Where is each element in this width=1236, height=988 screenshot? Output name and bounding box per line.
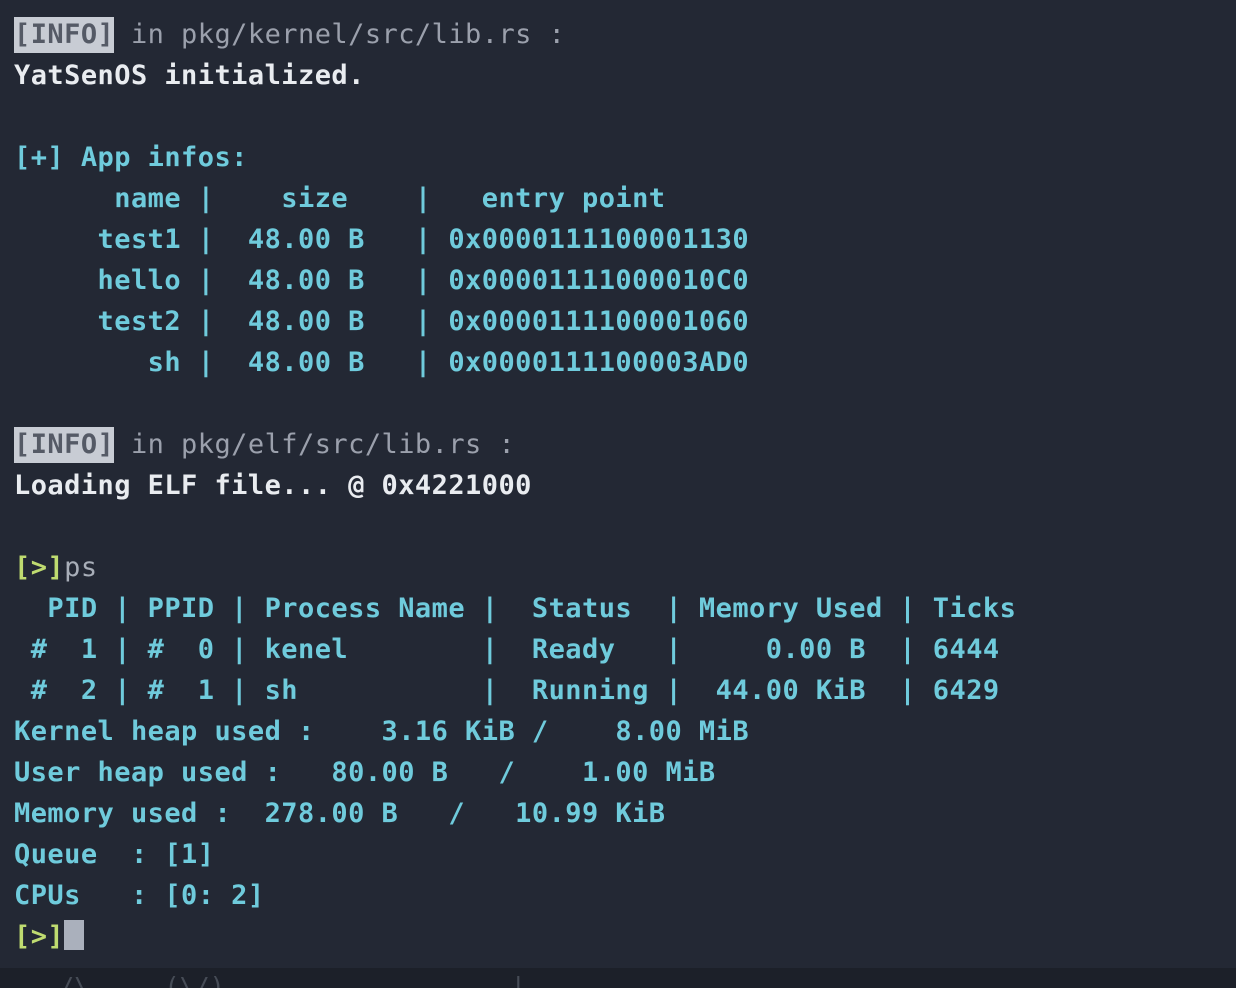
log-location-path: in pkg/elf/src/lib.rs : — [114, 429, 516, 460]
app-infos-row: test1 | 48.00 B | 0x0000111100001130 — [0, 219, 1236, 260]
app-infos-row-text: sh | 48.00 B | 0x0000111100003AD0 — [14, 347, 750, 378]
stat-line-memory: Memory used : 278.00 B / 10.99 KiB — [0, 793, 1236, 834]
ps-row-text: # 2 | # 1 | sh | Running | 44.00 KiB | 6… — [14, 675, 1000, 706]
console-output: [INFO] in pkg/kernel/src/lib.rs : YatSen… — [0, 0, 1236, 957]
input-prompt-line[interactable]: [>] — [0, 916, 1236, 957]
stat-text: Memory used : 278.00 B / 10.99 KiB — [14, 798, 666, 829]
app-infos-row-text: test1 | 48.00 B | 0x0000111100001130 — [14, 224, 750, 255]
log-message-text: Loading ELF file... @ 0x4221000 — [14, 470, 532, 501]
log-location-path: in pkg/kernel/src/lib.rs : — [114, 19, 566, 50]
ps-row-text: # 1 | # 0 | kenel | Ready | 0.00 B | 644… — [14, 634, 1000, 665]
app-infos-heading-text: [+] App infos: — [14, 142, 248, 173]
clipped-text: /\ (\/) | — [14, 972, 526, 988]
terminal-screen[interactable]: [INFO] in pkg/kernel/src/lib.rs : YatSen… — [0, 0, 1236, 988]
ps-table-row: # 2 | # 1 | sh | Running | 44.00 KiB | 6… — [0, 670, 1236, 711]
command-text: ps — [64, 552, 98, 583]
stat-line-kernel-heap: Kernel heap used : 3.16 KiB / 8.00 MiB — [0, 711, 1236, 752]
ps-table-row: # 1 | # 0 | kenel | Ready | 0.00 B | 644… — [0, 629, 1236, 670]
log-line-kernel-header: [INFO] in pkg/kernel/src/lib.rs : — [0, 14, 1236, 55]
stat-text: Kernel heap used : 3.16 KiB / 8.00 MiB — [14, 716, 750, 747]
app-infos-table-header: name | size | entry point — [0, 178, 1236, 219]
shell-prompt: [>] — [14, 552, 65, 583]
app-infos-row: test2 | 48.00 B | 0x0000111100001060 — [0, 301, 1236, 342]
stat-text: CPUs : [0: 2] — [14, 880, 265, 911]
stat-text: User heap used : 80.00 B / 1.00 MiB — [14, 757, 716, 788]
app-infos-heading: [+] App infos: — [0, 137, 1236, 178]
stat-line-user-heap: User heap used : 80.00 B / 1.00 MiB — [0, 752, 1236, 793]
text-cursor — [64, 920, 85, 950]
command-line-ps: [>]ps — [0, 547, 1236, 588]
log-level-badge-info: [INFO] — [14, 427, 115, 463]
app-infos-header-text: name | size | entry point — [14, 183, 666, 214]
app-infos-row: hello | 48.00 B | 0x00001111000010C0 — [0, 260, 1236, 301]
log-message-text: YatSenOS initialized. — [14, 60, 365, 91]
log-line-kernel-message: YatSenOS initialized. — [0, 55, 1236, 96]
stat-line-queue: Queue : [1] — [0, 834, 1236, 875]
ps-table-header: PID | PPID | Process Name | Status | Mem… — [0, 588, 1236, 629]
stat-text: Queue : [1] — [14, 839, 215, 870]
bottom-status-strip: /\ (\/) | — [0, 968, 1236, 988]
stat-line-cpus: CPUs : [0: 2] — [0, 875, 1236, 916]
ps-header-text: PID | PPID | Process Name | Status | Mem… — [14, 593, 1017, 624]
app-infos-row-text: test2 | 48.00 B | 0x0000111100001060 — [14, 306, 750, 337]
log-line-elf-message: Loading ELF file... @ 0x4221000 — [0, 465, 1236, 506]
app-infos-row: sh | 48.00 B | 0x0000111100003AD0 — [0, 342, 1236, 383]
log-line-elf-header: [INFO] in pkg/elf/src/lib.rs : — [0, 424, 1236, 465]
shell-prompt: [>] — [14, 921, 65, 952]
app-infos-row-text: hello | 48.00 B | 0x00001111000010C0 — [14, 265, 750, 296]
log-level-badge-info: [INFO] — [14, 17, 115, 53]
